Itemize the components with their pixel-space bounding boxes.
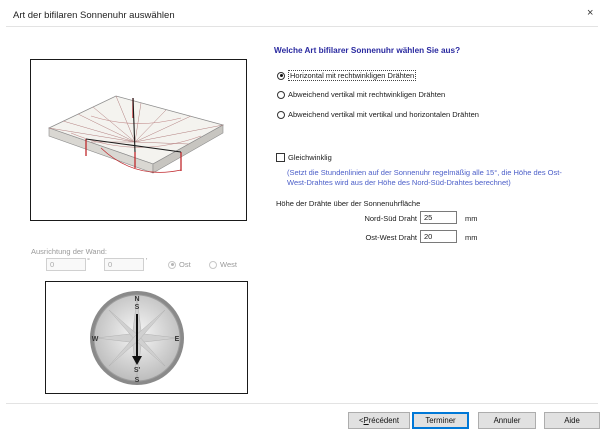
radio-selected-icon[interactable] xyxy=(168,260,176,269)
previous-rest: récédent xyxy=(368,416,400,425)
equiangular-checkbox[interactable]: Gleichwinklig xyxy=(276,153,332,162)
close-icon[interactable]: × xyxy=(587,7,593,19)
cancel-button[interactable]: Annuler xyxy=(478,412,536,429)
wall-orientation-label: Ausrichtung der Wand: xyxy=(31,247,108,256)
help-button[interactable]: Aide xyxy=(544,412,600,429)
type-option-horizontal[interactable]: Horizontal mit rechtwinkligen Drähten xyxy=(277,70,417,81)
wall-west-label: West xyxy=(220,260,237,269)
degree-mark: ° xyxy=(87,256,90,265)
compass-s-prime: S' xyxy=(134,367,141,374)
compass-s-bottom: S xyxy=(135,377,140,384)
compass-icon: N S W E S' S xyxy=(90,291,184,385)
radio-icon[interactable] xyxy=(277,110,285,119)
equiangular-label: Gleichwinklig xyxy=(288,153,332,162)
radio-icon[interactable] xyxy=(209,260,217,269)
minute-mark: ' xyxy=(146,256,148,265)
ew-wire-unit: mm xyxy=(465,233,478,242)
compass-panel: N S W E S' S xyxy=(45,281,248,394)
dialog-window: Art der bifilaren Sonnenuhr auswählen × xyxy=(0,0,604,430)
compass-n: N xyxy=(134,296,139,303)
type-option-vertical-right-angle[interactable]: Abweichend vertikal mit rechtwinkligen D… xyxy=(277,90,445,99)
question-heading: Welche Art bifilarer Sonnenuhr wählen Si… xyxy=(274,46,461,55)
wall-minutes-input[interactable]: 0 xyxy=(104,258,144,271)
type-option-label: Abweichend vertikal mit rechtwinkligen D… xyxy=(288,90,446,99)
ns-wire-unit: mm xyxy=(465,214,478,223)
finish-button[interactable]: Terminer xyxy=(412,412,469,429)
checkbox-box[interactable] xyxy=(276,153,285,162)
previous-button[interactable]: < Précédent xyxy=(348,412,410,429)
ns-wire-label: Nord-Süd Draht xyxy=(364,214,417,223)
compass-e: E xyxy=(175,336,180,343)
radio-selected-icon[interactable] xyxy=(277,71,285,80)
radio-icon[interactable] xyxy=(277,90,285,99)
title-divider xyxy=(6,26,598,27)
ew-wire-input[interactable]: 20 xyxy=(420,230,457,243)
ns-wire-input[interactable]: 25 xyxy=(420,211,457,224)
ew-wire-label: Ost-West Draht xyxy=(365,233,417,242)
wire-heights-heading: Höhe der Drähte über der Sonnenuhrfläche xyxy=(276,199,421,208)
bifilar-sundial-illustration xyxy=(47,95,225,174)
type-option-label: Horizontal mit rechtwinkligen Drähten xyxy=(288,70,417,81)
wall-degrees-input[interactable]: 0 xyxy=(46,258,86,271)
compass-w: W xyxy=(92,336,99,343)
window-title: Art der bifilaren Sonnenuhr auswählen xyxy=(13,10,175,21)
sundial-preview-image xyxy=(30,59,247,221)
type-option-label: Abweichend vertikal mit vertikal und hor… xyxy=(288,110,479,119)
wall-west-radio[interactable]: West xyxy=(209,260,237,269)
equiangular-note: (Setzt die Stundenlinien auf der Sonnenu… xyxy=(287,168,562,187)
button-divider xyxy=(6,403,598,404)
wall-east-label: Ost xyxy=(179,260,191,269)
wall-east-radio[interactable]: Ost xyxy=(168,260,191,269)
type-option-vertical-horizontal[interactable]: Abweichend vertikal mit vertikal und hor… xyxy=(277,110,479,119)
compass-s-top: S xyxy=(135,304,140,311)
